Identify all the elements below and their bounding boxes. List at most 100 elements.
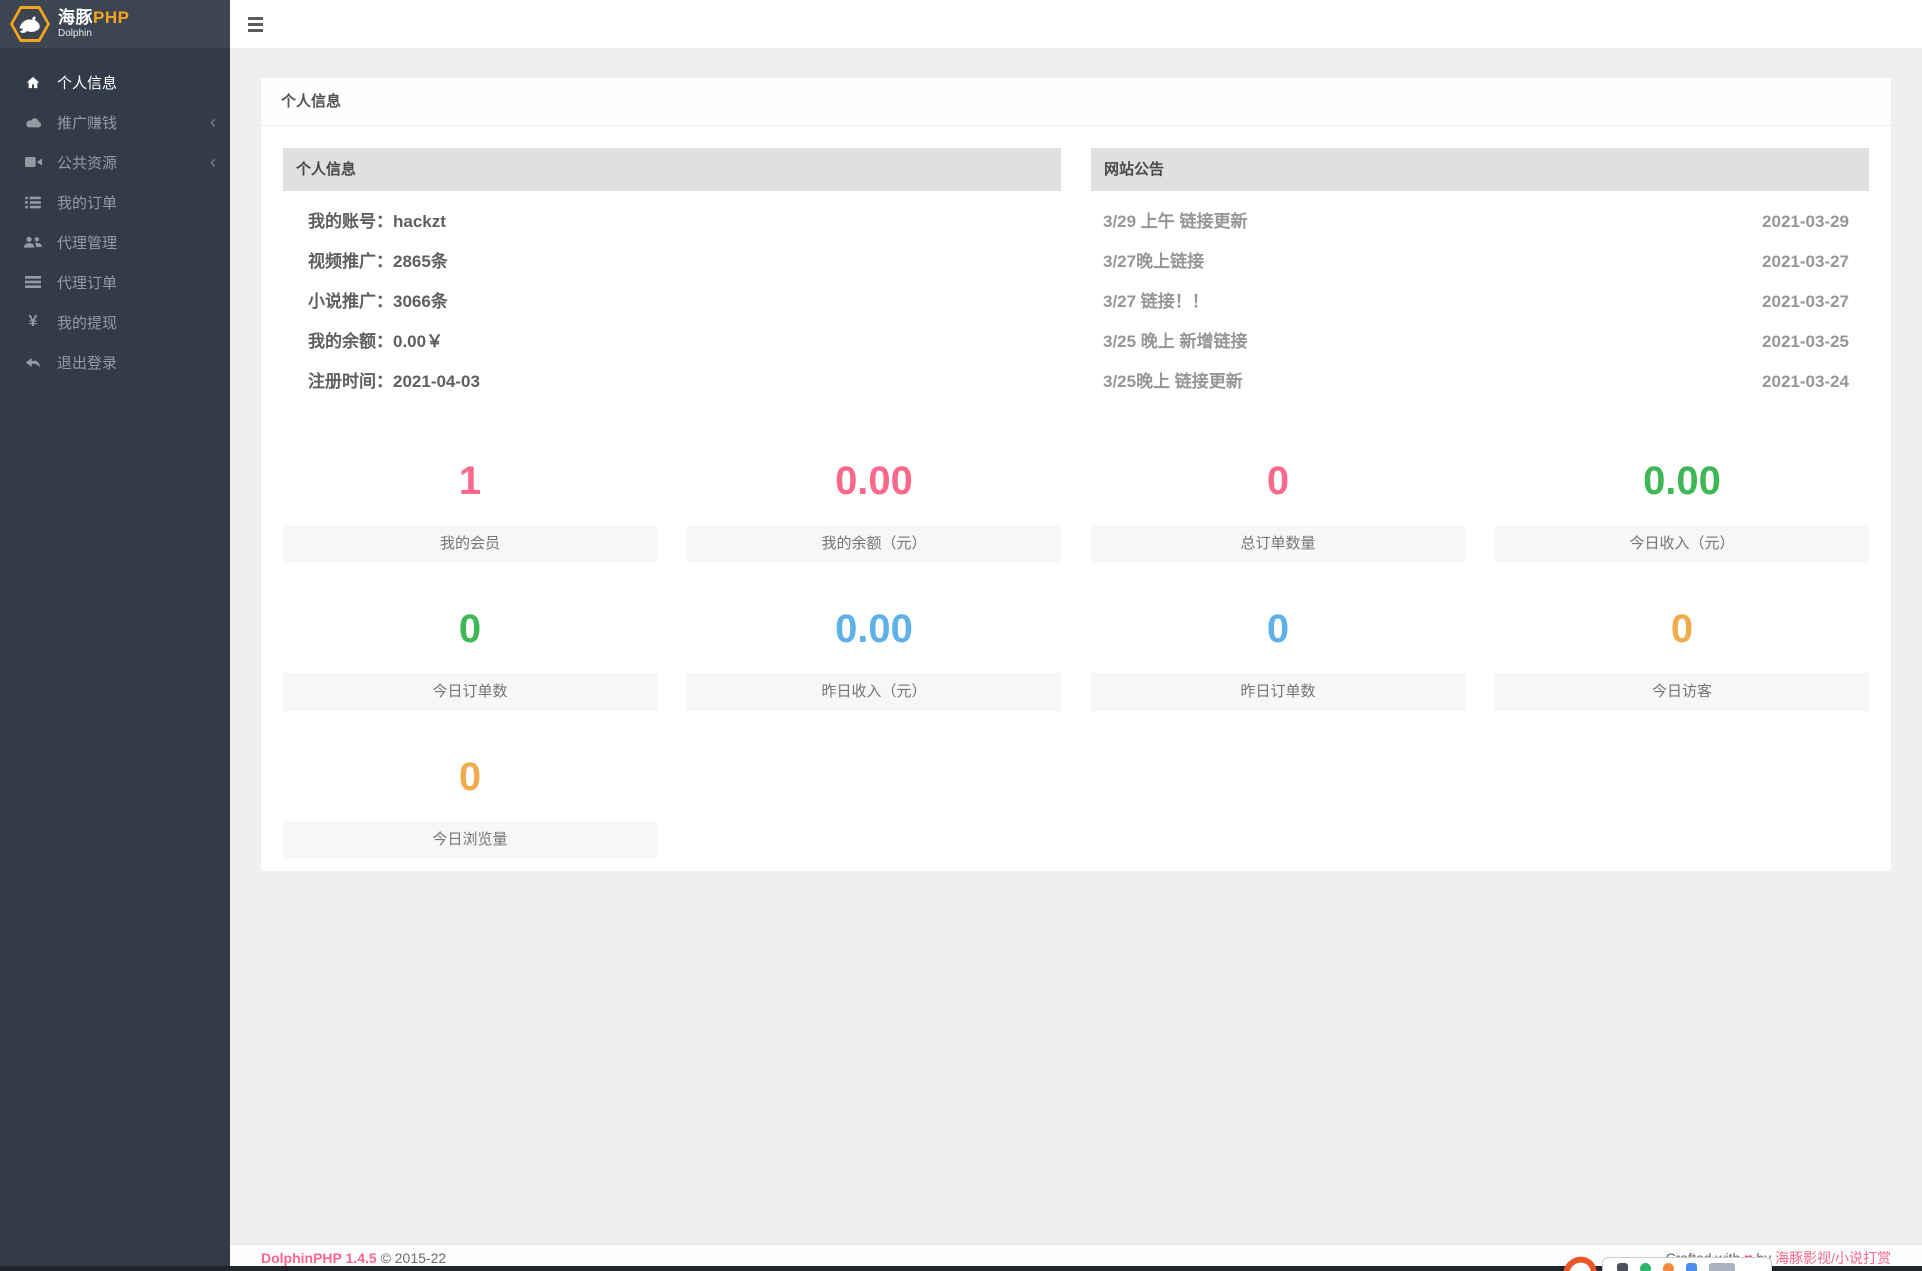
bars-icon bbox=[24, 274, 42, 290]
sidebar-item-promotion[interactable]: 推广赚钱 ‹ bbox=[0, 102, 230, 142]
sidebar-item-label: 公共资源 bbox=[57, 154, 118, 172]
announcements-box-title: 网站公告 bbox=[1091, 148, 1869, 191]
panel-title: 个人信息 bbox=[261, 78, 1891, 126]
extension-toolbar bbox=[1602, 1257, 1772, 1271]
announcement-row: 3/25 晚上 新增链接 2021-03-25 bbox=[1091, 322, 1869, 362]
stat-card-yesterday-orders: 0 昨日订单数 bbox=[1091, 593, 1465, 711]
stat-label: 昨日订单数 bbox=[1091, 673, 1465, 711]
stat-card-today-visitors: 0 今日访客 bbox=[1495, 593, 1869, 711]
chevron-left-icon: ‹ bbox=[210, 152, 216, 172]
profile-box: 个人信息 我的账号：hackzt 视频推广：2865条 小说推广：3066条 我… bbox=[283, 148, 1061, 415]
profile-row-account: 我的账号：hackzt bbox=[308, 212, 446, 231]
stat-label: 我的余额（元） bbox=[687, 525, 1061, 563]
stat-card-today-orders: 0 今日订单数 bbox=[283, 593, 657, 711]
logo-subtitle: Dolphin bbox=[58, 28, 92, 39]
toolbar-icon[interactable] bbox=[1686, 1263, 1697, 1271]
toolbar-icon[interactable] bbox=[1663, 1263, 1674, 1271]
hamburger-icon[interactable] bbox=[248, 17, 263, 32]
stat-card-total-orders: 0 总订单数量 bbox=[1091, 445, 1465, 563]
announcement-title[interactable]: 3/25晚上 链接更新 bbox=[1103, 362, 1243, 402]
profile-row-balance: 我的余额：0.00￥ bbox=[308, 332, 444, 351]
personal-info-panel: 个人信息 个人信息 我的账号：hackzt 视频推广：2865条 小说推广：30… bbox=[261, 78, 1891, 871]
sidebar-item-label: 我的提现 bbox=[57, 314, 118, 332]
stat-card-my-members: 1 我的会员 bbox=[283, 445, 657, 563]
announcement-title[interactable]: 3/25 晚上 新增链接 bbox=[1103, 322, 1248, 362]
announcements-box: 网站公告 3/29 上午 链接更新 2021-03-29 3/27晚上链接 2021… bbox=[1091, 148, 1869, 415]
yen-icon: ¥ bbox=[28, 313, 38, 330]
sidebar-item-label: 推广赚钱 bbox=[57, 114, 118, 132]
announcement-date: 2021-03-25 bbox=[1762, 332, 1849, 351]
profile-row-novel-promo: 小说推广：3066条 bbox=[308, 292, 448, 311]
announcement-date: 2021-03-29 bbox=[1762, 212, 1849, 231]
sidebar: 海豚PHP Dolphin 个人信息 推广赚钱 ‹ 公共资源 ‹ 我的订单 代理… bbox=[0, 0, 230, 1271]
stat-value: 0 bbox=[283, 593, 657, 673]
main-area: 个人信息 个人信息 我的账号：hackzt 视频推广：2865条 小说推广：30… bbox=[230, 0, 1922, 1271]
announcement-title[interactable]: 3/27晚上链接 bbox=[1103, 242, 1204, 282]
sidebar-item-label: 代理管理 bbox=[57, 234, 118, 252]
announcement-title[interactable]: 3/29 上午 链接更新 bbox=[1103, 202, 1248, 242]
stat-value: 0.00 bbox=[687, 593, 1061, 673]
toolbar-icon[interactable] bbox=[1640, 1263, 1651, 1271]
announcement-date: 2021-03-24 bbox=[1762, 372, 1849, 391]
footer-site-link[interactable]: 海豚影视/小说打赏 bbox=[1775, 1250, 1891, 1266]
toolbar-icon[interactable] bbox=[1617, 1263, 1628, 1271]
stat-label: 今日访客 bbox=[1495, 673, 1869, 711]
stat-value: 0 bbox=[283, 741, 657, 821]
stat-label: 今日收入（元） bbox=[1495, 525, 1869, 563]
sidebar-item-personal-info[interactable]: 个人信息 bbox=[0, 62, 230, 102]
stat-label: 我的会员 bbox=[283, 525, 657, 563]
dolphin-logo-icon bbox=[10, 6, 50, 42]
announcement-row: 3/27晚上链接 2021-03-27 bbox=[1091, 242, 1869, 282]
stat-card-today-pageviews: 0 今日浏览量 bbox=[283, 741, 657, 859]
sidebar-item-my-withdrawal[interactable]: ¥ 我的提现 bbox=[0, 302, 230, 342]
home-icon bbox=[24, 74, 42, 90]
users-icon bbox=[24, 234, 42, 250]
sidebar-item-label: 个人信息 bbox=[57, 74, 118, 92]
app-logo[interactable]: 海豚PHP Dolphin bbox=[0, 0, 230, 48]
announcement-title[interactable]: 3/27 链接！！ bbox=[1103, 282, 1209, 322]
profile-row-register-time: 注册时间：2021-04-03 bbox=[308, 372, 480, 391]
announcement-row: 3/25晚上 链接更新 2021-03-24 bbox=[1091, 362, 1869, 402]
stat-value: 0.00 bbox=[1495, 445, 1869, 525]
sidebar-item-label: 我的订单 bbox=[57, 194, 118, 212]
stat-value: 0 bbox=[1091, 593, 1465, 673]
sidebar-item-agent-management[interactable]: 代理管理 bbox=[0, 222, 230, 262]
topbar bbox=[230, 0, 1922, 48]
video-icon bbox=[24, 154, 42, 170]
logout-icon bbox=[24, 354, 42, 370]
floating-extension-toolbar bbox=[1555, 1250, 1775, 1271]
cloud-icon bbox=[24, 114, 42, 130]
profile-box-title: 个人信息 bbox=[283, 148, 1061, 191]
stat-card-my-balance: 0.00 我的余额（元） bbox=[687, 445, 1061, 563]
sidebar-item-label: 退出登录 bbox=[57, 354, 118, 372]
content: 个人信息 个人信息 我的账号：hackzt 视频推广：2865条 小说推广：30… bbox=[230, 48, 1922, 1244]
sidebar-item-my-orders[interactable]: 我的订单 bbox=[0, 182, 230, 222]
sidebar-item-logout[interactable]: 退出登录 bbox=[0, 342, 230, 382]
logo-title: 海豚PHP bbox=[58, 8, 130, 27]
dashboard-page: 海豚PHP Dolphin 个人信息 推广赚钱 ‹ 公共资源 ‹ 我的订单 代理… bbox=[0, 0, 1922, 1271]
sidebar-item-agent-orders[interactable]: 代理订单 bbox=[0, 262, 230, 302]
stat-label: 总订单数量 bbox=[1091, 525, 1465, 563]
stat-value: 0.00 bbox=[687, 445, 1061, 525]
stat-card-today-income: 0.00 今日收入（元） bbox=[1495, 445, 1869, 563]
stat-label: 今日浏览量 bbox=[283, 821, 657, 859]
sidebar-item-label: 代理订单 bbox=[57, 274, 118, 292]
stat-label: 今日订单数 bbox=[283, 673, 657, 711]
announcement-date: 2021-03-27 bbox=[1762, 292, 1849, 311]
footer-left: DolphinPHP 1.4.5 © 2015-22 bbox=[261, 1250, 446, 1266]
toolbar-icon[interactable] bbox=[1709, 1263, 1735, 1271]
dolphinphp-version-link[interactable]: DolphinPHP 1.4.5 bbox=[261, 1250, 377, 1266]
copyright-text: © 2015-22 bbox=[380, 1250, 447, 1266]
announcement-row: 3/29 上午 链接更新 2021-03-29 bbox=[1091, 202, 1869, 242]
stat-card-yesterday-income: 0.00 昨日收入（元） bbox=[687, 593, 1061, 711]
stat-value: 1 bbox=[283, 445, 657, 525]
stat-value: 0 bbox=[1091, 445, 1465, 525]
chevron-left-icon: ‹ bbox=[210, 112, 216, 132]
stat-value: 0 bbox=[1495, 593, 1869, 673]
sidebar-nav: 个人信息 推广赚钱 ‹ 公共资源 ‹ 我的订单 代理管理 代理订单 ¥ 我的提现… bbox=[0, 62, 230, 382]
stat-label: 昨日收入（元） bbox=[687, 673, 1061, 711]
list-icon bbox=[24, 194, 42, 210]
sidebar-item-public-resources[interactable]: 公共资源 ‹ bbox=[0, 142, 230, 182]
profile-row-video-promo: 视频推广：2865条 bbox=[308, 252, 448, 271]
announcement-row: 3/27 链接！！ 2021-03-27 bbox=[1091, 282, 1869, 322]
